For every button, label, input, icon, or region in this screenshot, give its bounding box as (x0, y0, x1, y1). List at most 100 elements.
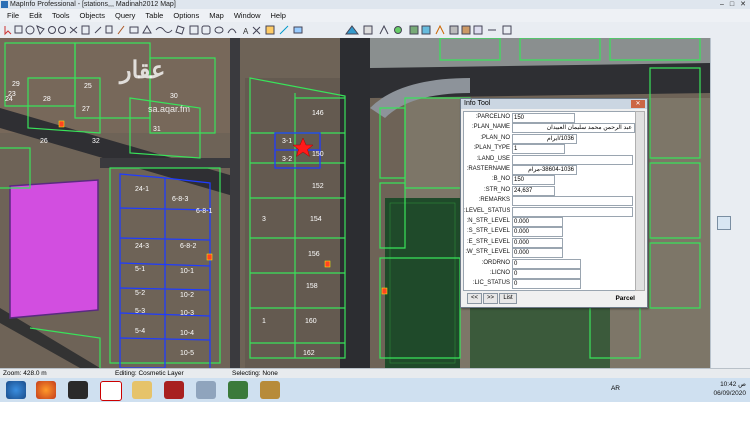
field-label: :RASTERNAME (466, 166, 510, 172)
main-toolbar: A (0, 22, 750, 39)
mapinfo-taskbar-icon[interactable] (228, 381, 248, 399)
zoom-in-icon (48, 26, 56, 34)
menu-table[interactable]: Table (140, 9, 168, 22)
menu-help[interactable]: Help (266, 9, 291, 22)
save-icon[interactable] (717, 216, 731, 230)
field-label: :S_STR_LEVEL (466, 228, 510, 235)
field-value[interactable]: 0 (512, 279, 581, 290)
field-label: :PLAN_NAME (471, 124, 510, 131)
hill-icon (435, 24, 445, 35)
field-label: :PLAN_NO (480, 134, 510, 141)
lot-label: 10-5 (180, 350, 195, 357)
frame-icon (265, 25, 275, 35)
lot-label: 158 (306, 283, 318, 290)
rounded-rect-icon (201, 25, 211, 35)
lot-label: 24-3 (135, 243, 150, 250)
file-explorer-icon[interactable] (132, 381, 152, 399)
info-tool-title: Info Tool (464, 100, 491, 107)
field-label: :W_STR_LEVEL (465, 249, 510, 256)
info-tool-titlebar[interactable]: Info Tool (461, 99, 647, 109)
close-button[interactable]: ✕ (740, 0, 746, 9)
info-field-row: :PARCELNO 150 (464, 112, 636, 123)
title-bar: MapInfo Professional - [stations,,, Madi… (0, 0, 750, 9)
peak-icon (379, 24, 389, 35)
maximize-button[interactable]: □ (730, 0, 734, 9)
lot-label: 5-2 (135, 290, 146, 297)
info-field-row: :ORDRNO 0 (464, 258, 636, 269)
lot-label: 10-3 (180, 310, 195, 317)
next-record-button[interactable]: >> (483, 293, 498, 304)
clock-time: 10:42 ص (720, 381, 746, 388)
layer-control-icon (129, 26, 139, 34)
lot-label: 31 (153, 126, 161, 133)
clock-date: 06/09/2020 (713, 390, 746, 397)
menu-query[interactable]: Query (110, 9, 140, 22)
lot-label: 28 (43, 96, 51, 103)
polyline-icon (155, 27, 173, 33)
polygon-select-icon (36, 25, 45, 35)
info-field-row: :S_STR_LEVEL 0.000 (464, 226, 636, 238)
lot-label: 146 (312, 110, 324, 117)
window-title: MapInfo Professional - [stations,,, Madi… (10, 1, 176, 8)
minimize-button[interactable]: – (720, 0, 724, 9)
prev-record-button[interactable]: << (467, 293, 482, 304)
pdf-app-icon[interactable] (164, 381, 184, 399)
menu-file[interactable]: File (2, 9, 24, 22)
field-label: :ORDRNO (481, 259, 510, 266)
export-icon (449, 25, 459, 35)
mapinfo-app-icon (1, 1, 8, 8)
lot-label: 29 (12, 81, 20, 88)
survey-marker-icon (206, 253, 213, 261)
firefox-icon[interactable] (36, 381, 56, 399)
info-tool-fields: :PARCELNO 150:PLAN_NAME عبد الرحمن محمد سل… (463, 111, 637, 291)
aqar-site-text: sa.aqar.fm (148, 104, 191, 114)
rectangle-icon (189, 25, 199, 35)
folder-taskbar-icon[interactable] (260, 381, 280, 399)
lot-label: 5-1 (135, 266, 146, 273)
survey-marker-icon (58, 120, 65, 128)
field-label: :PLAN_TYPE (473, 145, 510, 152)
menu-map[interactable]: Map (204, 9, 229, 22)
polygon-icon (175, 25, 185, 35)
field-label: :STR_NO (483, 186, 510, 193)
info-tool-window[interactable]: Info Tool ✕ :PARCELNO 150:PLAN_NAME عبد ال… (460, 98, 648, 308)
info-tool-scrollbar[interactable] (635, 111, 645, 291)
info-field-row: :LAND_USE (464, 154, 636, 165)
media-app-icon[interactable] (68, 381, 88, 399)
menu-objects[interactable]: Objects (75, 9, 110, 22)
info-icon (81, 25, 90, 35)
input-language[interactable]: AR (611, 385, 620, 392)
side-toolbar (710, 38, 750, 368)
menu-edit[interactable]: Edit (24, 9, 47, 22)
field-label: :E_STR_LEVEL (466, 238, 510, 245)
start-button-icon[interactable] (6, 381, 26, 399)
survey-marker-icon (324, 260, 331, 268)
menu-window[interactable]: Window (229, 9, 266, 22)
field-label: :REMARKS (478, 197, 510, 204)
info-field-row: :PLAN_NO 1036/ايرام (464, 133, 636, 144)
field-label: :LIC_STATUS (472, 280, 510, 287)
toolbar-icons: A (4, 24, 512, 36)
print-icon (461, 25, 471, 35)
info-tool-close-button[interactable]: ✕ (631, 100, 645, 108)
lot-label: 25 (84, 83, 92, 90)
clock[interactable]: 10:42 ص 06/09/2020 (713, 380, 746, 398)
info-field-row: :PLAN_TYPE 1 (464, 143, 636, 155)
magenta-area (9, 179, 99, 319)
menu-tools[interactable]: Tools (47, 9, 75, 22)
info-field-row: :B_NO 150 (464, 174, 636, 186)
table-icon (502, 25, 512, 35)
lot-label: 27 (82, 106, 90, 113)
triangle-tool-icon (345, 25, 359, 35)
text-tool-icon: A (243, 27, 249, 36)
draw-icon (279, 25, 289, 35)
menu-options[interactable]: Options (168, 9, 204, 22)
lot-label: 26 (40, 138, 48, 145)
info-field-row: :W_STR_LEVEL 0.000 (464, 247, 636, 259)
map-layer-icon (409, 25, 419, 35)
lot-label: 5-4 (135, 328, 146, 335)
autocad-icon[interactable] (100, 381, 122, 401)
control-panel-icon[interactable] (196, 381, 216, 399)
windows-taskbar: AR 10:42 ص 06/09/2020 (0, 378, 750, 402)
list-button[interactable]: List (499, 293, 517, 304)
